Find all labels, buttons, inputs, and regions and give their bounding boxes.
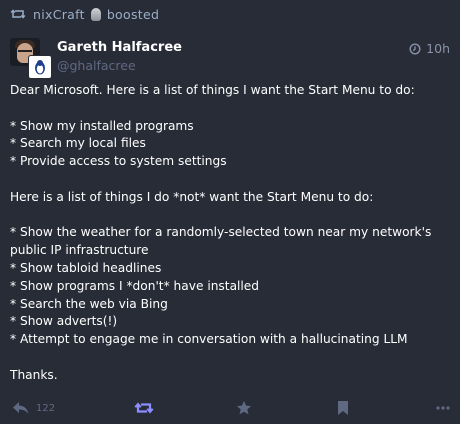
- intro-not-line: Here is a list of things I do *not* want…: [10, 189, 374, 204]
- post-content: Dear Microsoft. Here is a list of things…: [10, 82, 455, 402]
- timestamp-text: 10h: [426, 41, 450, 56]
- not-want-item: * Show programs I *don't* have installed: [10, 278, 260, 293]
- author-handle[interactable]: @ghalfacree: [57, 58, 136, 73]
- content-paragraph-intro-not: Here is a list of things I do *not* want…: [10, 189, 455, 207]
- boost-indicator: nixCraft boosted: [10, 6, 159, 22]
- author-display-name[interactable]: Gareth Halfacree: [57, 40, 182, 55]
- bookmark-button[interactable]: [337, 398, 349, 418]
- content-paragraph-greeting: Dear Microsoft. Here is a list of things…: [10, 82, 455, 100]
- favourite-button[interactable]: [236, 398, 252, 418]
- want-item: * Provide access to system settings: [10, 154, 227, 169]
- booster-name[interactable]: nixCraft: [33, 7, 85, 22]
- bookmark-icon: [338, 401, 348, 415]
- not-want-item: * Show the weather for a randomly-select…: [10, 225, 432, 258]
- want-item: * Show my installed programs: [10, 118, 194, 133]
- not-want-item: * Show adverts(!): [10, 314, 118, 329]
- author-avatar-group[interactable]: [10, 38, 52, 80]
- reply-button[interactable]: 122: [12, 398, 55, 418]
- not-want-item: * Attempt to engage me in conversation w…: [10, 332, 408, 347]
- boost-label: boosted: [106, 6, 160, 22]
- boost-small-icon: [10, 6, 26, 22]
- booster-mini-avatar[interactable]: [28, 55, 52, 79]
- action-bar: 122: [0, 398, 460, 418]
- more-icon: [436, 406, 450, 410]
- boost-icon: [134, 402, 154, 414]
- not-want-item: * Show tabloid headlines: [10, 260, 162, 275]
- greeting-line: Dear Microsoft. Here is a list of things…: [10, 83, 415, 97]
- reply-icon: [13, 402, 29, 414]
- post-timestamp[interactable]: 10h: [409, 41, 450, 56]
- want-item: * Search my local files: [10, 136, 146, 151]
- tux-icon: [35, 60, 45, 75]
- reply-count: 122: [36, 402, 56, 414]
- clock-icon: [409, 42, 421, 55]
- star-icon: [237, 401, 251, 415]
- signoff-line: Thanks.: [10, 367, 58, 382]
- content-paragraph-wants: * Show my installed programs * Search my…: [10, 118, 455, 171]
- content-paragraph-not-wants: * Show the weather for a randomly-select…: [10, 224, 455, 349]
- not-want-item: * Search the web via Bing: [10, 296, 168, 311]
- booster-avatar: [90, 7, 101, 21]
- status-post: nixCraft boosted Gareth Halfacree @ghalf…: [0, 0, 460, 424]
- more-button[interactable]: [436, 398, 450, 418]
- boost-button[interactable]: [134, 398, 154, 418]
- content-paragraph-signoff: Thanks.: [10, 367, 455, 385]
